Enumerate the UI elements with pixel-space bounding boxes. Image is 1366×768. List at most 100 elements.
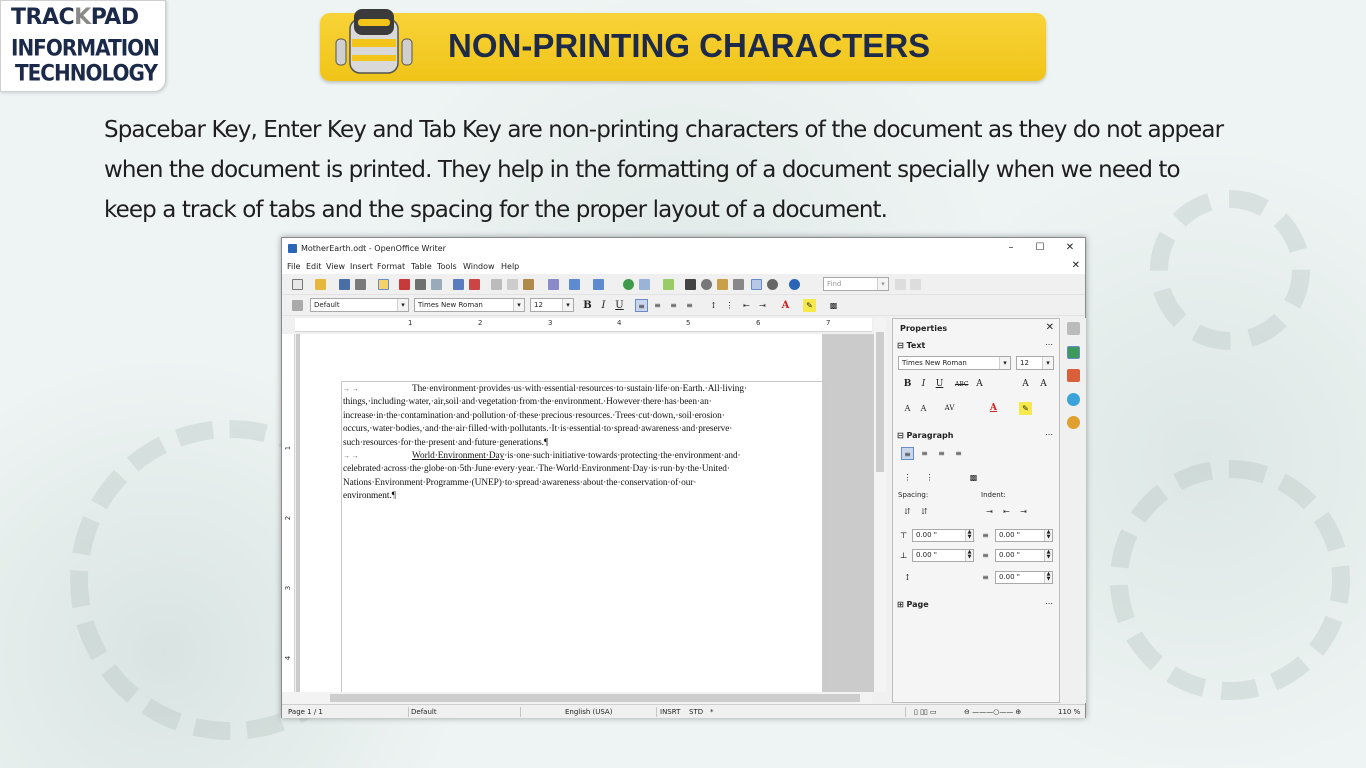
- decrease-indent-sb-icon[interactable]: ⇤: [1000, 505, 1013, 518]
- document-area[interactable]: → → The·environment·provides·us·with·ess…: [296, 334, 874, 692]
- styles-formatting-icon[interactable]: [292, 300, 303, 311]
- underline-button[interactable]: U: [613, 299, 626, 312]
- menu-insert[interactable]: Insert: [350, 262, 373, 271]
- language[interactable]: English (USA): [565, 708, 612, 716]
- undo-icon[interactable]: [569, 279, 580, 290]
- maximize-button[interactable]: ☐: [1027, 241, 1053, 255]
- sidebar-numbering-icon[interactable]: ⋮: [923, 471, 936, 484]
- increase-indent-icon[interactable]: ⇥: [756, 299, 769, 312]
- edit-file-icon[interactable]: [378, 279, 389, 290]
- line-spacing-icon[interactable]: ↕: [707, 299, 720, 312]
- menu-file[interactable]: File: [287, 262, 300, 271]
- more-options-icon[interactable]: ⋯: [1045, 430, 1054, 439]
- navigator-icon[interactable]: [701, 279, 712, 290]
- cut-icon[interactable]: [491, 279, 502, 290]
- horizontal-scrollbar[interactable]: [282, 692, 872, 704]
- close-document-button[interactable]: ✕: [1072, 260, 1080, 271]
- page-section-header[interactable]: ⊞ Page: [897, 600, 929, 609]
- zoom-icon[interactable]: [767, 279, 778, 290]
- bold-button[interactable]: B: [581, 299, 594, 312]
- save-icon[interactable]: [339, 279, 350, 290]
- paragraph-1[interactable]: → → The·environment·provides·us·with·ess…: [343, 383, 823, 450]
- character-spacing-icon[interactable]: AV: [943, 402, 956, 415]
- font-name-select[interactable]: Times New Roman ▾: [414, 298, 525, 312]
- redo-icon[interactable]: [593, 279, 604, 290]
- scroll-thumb[interactable]: [330, 694, 860, 702]
- align-center-button[interactable]: ≡: [651, 299, 664, 312]
- menu-format[interactable]: Format: [377, 262, 405, 271]
- document-page[interactable]: → → The·environment·provides·us·with·ess…: [300, 334, 826, 692]
- export-pdf-icon[interactable]: [399, 279, 410, 290]
- increase-spacing-icon[interactable]: ⇵: [901, 505, 914, 518]
- open-folder-icon[interactable]: [315, 279, 326, 290]
- help-icon[interactable]: [789, 279, 800, 290]
- strikethrough-button[interactable]: ABC: [955, 378, 968, 391]
- find-input[interactable]: Find ▾: [823, 277, 889, 291]
- menu-help[interactable]: Help: [501, 262, 519, 271]
- decrease-spacing-icon[interactable]: ⇵: [918, 505, 931, 518]
- find-previous-icon[interactable]: [895, 279, 906, 290]
- paragraph-2[interactable]: → → World·Environment·Day·is·one·such·in…: [343, 450, 823, 504]
- increase-indent-sb-icon[interactable]: ⇥: [983, 505, 996, 518]
- view-layout-icons[interactable]: ▯ ▯▯ ▭: [914, 708, 937, 716]
- scroll-thumb[interactable]: [876, 332, 884, 472]
- sidebar-underline-button[interactable]: U: [933, 378, 946, 391]
- numbering-icon[interactable]: ⋮: [723, 299, 736, 312]
- background-color-icon[interactable]: ▩: [827, 299, 840, 312]
- copy-icon[interactable]: [507, 279, 518, 290]
- horizontal-ruler[interactable]: 1 2 3 4 5 6 7: [295, 318, 872, 332]
- sidebar-justify-button[interactable]: ≡: [952, 447, 965, 460]
- sidebar-align-right-button[interactable]: ≡: [935, 447, 948, 460]
- vertical-scrollbar[interactable]: [874, 318, 886, 692]
- styles-deck-icon[interactable]: [1067, 369, 1080, 382]
- hanging-indent-icon[interactable]: ⇥: [1017, 505, 1030, 518]
- print-icon[interactable]: [415, 279, 426, 290]
- paragraph-style-select[interactable]: Default ▾: [310, 298, 409, 312]
- sidebar-font-select[interactable]: Times New Roman ▾: [898, 356, 1011, 370]
- formatting-marks-icon[interactable]: [751, 279, 762, 290]
- menu-window[interactable]: Window: [463, 262, 495, 271]
- send-email-icon[interactable]: [355, 279, 366, 290]
- sidebar-highlight-icon[interactable]: ✎: [1019, 402, 1032, 415]
- increase-font-icon[interactable]: A: [1019, 378, 1032, 391]
- below-spacing-input[interactable]: 0.00 " ▲ ▼: [912, 549, 974, 562]
- navigator-deck-icon[interactable]: [1067, 416, 1080, 429]
- gallery-icon[interactable]: [717, 279, 728, 290]
- subscript-icon[interactable]: A: [917, 402, 930, 415]
- page-style[interactable]: Default: [411, 708, 437, 716]
- find-replace-icon[interactable]: [685, 279, 696, 290]
- properties-deck-icon[interactable]: [1067, 346, 1080, 359]
- paragraph-section-header[interactable]: ⊟ Paragraph: [897, 431, 953, 440]
- menu-view[interactable]: View: [326, 262, 345, 271]
- italic-button[interactable]: I: [597, 299, 610, 312]
- superscript-icon[interactable]: A: [901, 402, 914, 415]
- selection-mode[interactable]: STD: [689, 708, 703, 716]
- sidebar-menu-icon[interactable]: [1067, 322, 1080, 335]
- minimize-button[interactable]: –: [998, 241, 1024, 255]
- menu-tools[interactable]: Tools: [437, 262, 457, 271]
- more-options-icon[interactable]: ⋯: [1045, 340, 1054, 349]
- clone-formatting-icon[interactable]: [548, 279, 559, 290]
- show-draw-functions-icon[interactable]: [663, 279, 674, 290]
- sidebar-size-select[interactable]: 12 ▾: [1016, 356, 1054, 370]
- zoom-level[interactable]: 110 %: [1058, 708, 1080, 716]
- justify-button[interactable]: ≡: [683, 299, 696, 312]
- insert-mode[interactable]: INSRT: [660, 708, 680, 716]
- decrease-font-icon[interactable]: A: [1037, 378, 1050, 391]
- spellcheck-icon[interactable]: [453, 279, 464, 290]
- menu-table[interactable]: Table: [411, 262, 432, 271]
- data-sources-icon[interactable]: [733, 279, 744, 290]
- zoom-slider[interactable]: ⊖ ———○—— ⊕: [964, 708, 1021, 716]
- above-spacing-input[interactable]: 0.00 " ▲ ▼: [912, 529, 974, 542]
- sidebar-align-left-button[interactable]: ≡: [901, 447, 914, 460]
- sidebar-bullets-icon[interactable]: ⋮: [901, 471, 914, 484]
- line-spacing-sb-icon[interactable]: ↕: [901, 571, 914, 584]
- autospellcheck-icon[interactable]: [469, 279, 480, 290]
- align-left-button[interactable]: ≡: [635, 299, 648, 312]
- menu-edit[interactable]: Edit: [306, 262, 322, 271]
- decrease-indent-icon[interactable]: ⇤: [740, 299, 753, 312]
- more-options-icon[interactable]: ⋯: [1045, 599, 1054, 608]
- sidebar-align-center-button[interactable]: ≡: [918, 447, 931, 460]
- shadow-button[interactable]: A: [973, 378, 986, 391]
- find-next-icon[interactable]: [910, 279, 921, 290]
